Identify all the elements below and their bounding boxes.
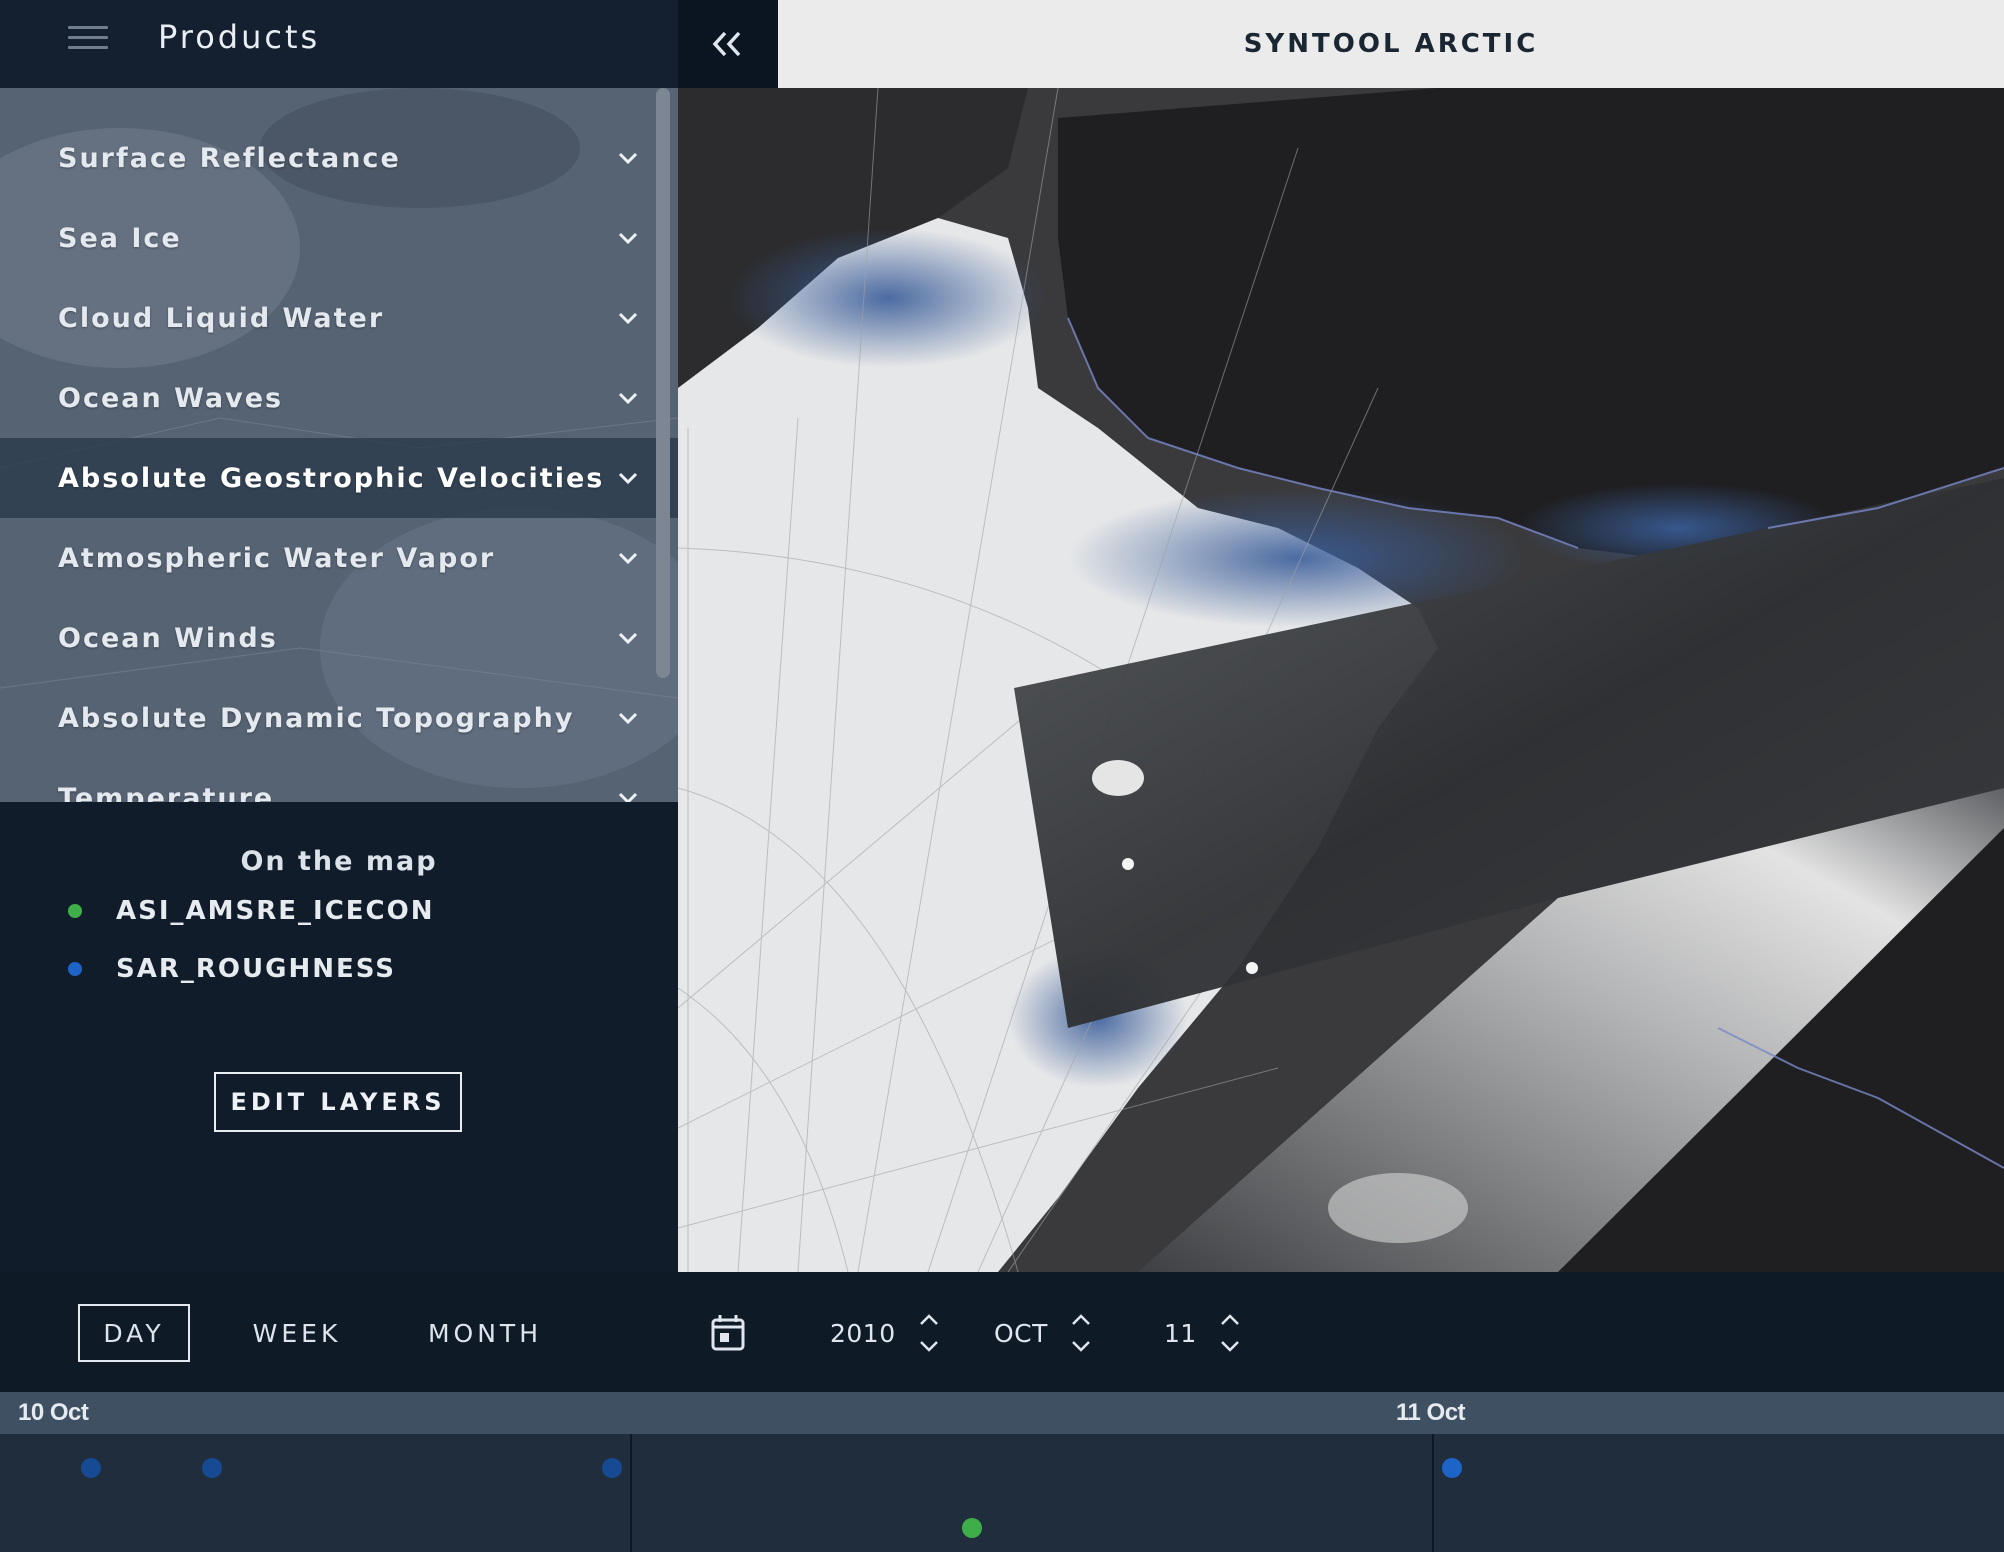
layer-name: SAR_ROUGHNESS bbox=[116, 954, 397, 984]
product-item-label: Absolute Dynamic Topography bbox=[58, 702, 575, 734]
on-the-map-panel: On the map ASI_AMSRE_ICECON SAR_ROUGHNES… bbox=[0, 802, 678, 1272]
product-item-label: Ocean Winds bbox=[58, 622, 278, 654]
layer-name: ASI_AMSRE_ICECON bbox=[116, 896, 435, 926]
chevron-down-icon[interactable] bbox=[614, 704, 642, 732]
year-stepper: 2010 bbox=[830, 1302, 942, 1364]
sidebar-header: Products bbox=[0, 0, 678, 88]
on-the-map-title: On the map bbox=[240, 846, 438, 877]
month-value: OCT bbox=[994, 1318, 1048, 1348]
range-week-button[interactable]: WEEK bbox=[232, 1304, 362, 1362]
time-controls: DAY WEEK MONTH 2010 OCT 11 bbox=[0, 1272, 2004, 1392]
timeline-divider bbox=[630, 1434, 632, 1552]
timeline-track[interactable] bbox=[0, 1434, 2004, 1552]
chevron-down-icon bbox=[919, 1341, 938, 1352]
product-item-label: Absolute Geostrophic Velocities bbox=[58, 462, 605, 494]
product-list-scrollbar[interactable] bbox=[656, 88, 670, 678]
day-increment-button[interactable] bbox=[1217, 1307, 1243, 1333]
chevron-down-icon[interactable] bbox=[614, 144, 642, 172]
product-item[interactable]: Surface Reflectance bbox=[0, 118, 678, 198]
range-day-button[interactable]: DAY bbox=[78, 1304, 190, 1362]
chevron-down-icon[interactable] bbox=[614, 544, 642, 572]
product-item[interactable]: Atmospheric Water Vapor bbox=[0, 518, 678, 598]
timeline-date-label: 10 Oct bbox=[18, 1399, 89, 1426]
timeline-granule-sar[interactable] bbox=[602, 1458, 622, 1478]
timeline-date-header: 10 Oct 11 Oct bbox=[0, 1392, 2004, 1434]
month-stepper: OCT bbox=[994, 1302, 1094, 1364]
product-item-label: Ocean Waves bbox=[58, 382, 284, 414]
chevron-down-icon[interactable] bbox=[614, 784, 642, 802]
product-item[interactable]: Sea Ice bbox=[0, 198, 678, 278]
month-increment-button[interactable] bbox=[1068, 1307, 1094, 1333]
sidebar: Surface Reflectance Sea Ice Cloud Liquid W… bbox=[0, 88, 678, 1272]
chevron-down-icon[interactable] bbox=[614, 224, 642, 252]
product-item[interactable]: Ocean Winds bbox=[0, 598, 678, 678]
year-value: 2010 bbox=[830, 1318, 896, 1348]
product-item[interactable]: Absolute Geostrophic Velocities bbox=[0, 438, 678, 518]
product-item-label: Temperature bbox=[58, 782, 275, 803]
timeline[interactable]: 10 Oct 11 Oct bbox=[0, 1392, 2004, 1552]
product-item[interactable]: Cloud Liquid Water bbox=[0, 278, 678, 358]
layer-item-sar-roughness[interactable]: SAR_ROUGHNESS bbox=[68, 954, 396, 984]
chevron-up-icon bbox=[919, 1314, 938, 1325]
calendar-icon[interactable] bbox=[710, 1314, 746, 1352]
chevron-down-icon bbox=[1220, 1341, 1239, 1352]
chevron-down-icon[interactable] bbox=[614, 384, 642, 412]
layer-color-dot bbox=[68, 962, 82, 976]
app-title: SYNTOOL ARCTIC bbox=[1243, 29, 1539, 59]
product-item-label: Sea Ice bbox=[58, 222, 182, 254]
product-item[interactable]: Absolute Dynamic Topography bbox=[0, 678, 678, 758]
day-value: 11 bbox=[1164, 1318, 1197, 1348]
timeline-granule-sar[interactable] bbox=[81, 1458, 101, 1478]
collapse-sidebar-button[interactable] bbox=[678, 0, 778, 88]
day-decrement-button[interactable] bbox=[1217, 1333, 1243, 1359]
product-list: Surface Reflectance Sea Ice Cloud Liquid W… bbox=[0, 88, 678, 802]
timeline-granule-sar[interactable] bbox=[1442, 1458, 1462, 1478]
product-item-label: Atmospheric Water Vapor bbox=[58, 542, 496, 574]
layer-item-asi-amsre-icecon[interactable]: ASI_AMSRE_ICECON bbox=[68, 896, 434, 926]
timeline-granule-icecon[interactable] bbox=[962, 1518, 982, 1538]
app-header: SYNTOOL ARCTIC bbox=[778, 0, 2004, 88]
timeline-date-label: 11 Oct bbox=[1396, 1399, 1466, 1426]
product-item[interactable]: Temperature bbox=[0, 758, 678, 802]
double-chevron-left-icon bbox=[712, 31, 741, 57]
map-canvas[interactable] bbox=[678, 88, 2004, 1272]
chevron-up-icon bbox=[1220, 1314, 1239, 1325]
chevron-up-icon bbox=[1072, 1314, 1090, 1325]
layer-color-dot bbox=[68, 904, 82, 918]
timeline-granule-sar[interactable] bbox=[202, 1458, 222, 1478]
timeline-divider bbox=[1432, 1434, 1434, 1552]
year-increment-button[interactable] bbox=[916, 1307, 942, 1333]
day-stepper: 11 bbox=[1164, 1302, 1243, 1364]
product-item-label: Surface Reflectance bbox=[58, 142, 401, 174]
hamburger-icon[interactable] bbox=[68, 26, 108, 56]
month-decrement-button[interactable] bbox=[1068, 1333, 1094, 1359]
products-title: Products bbox=[158, 18, 321, 56]
range-month-button[interactable]: MONTH bbox=[410, 1304, 560, 1362]
year-decrement-button[interactable] bbox=[916, 1333, 942, 1359]
product-item[interactable]: Ocean Waves bbox=[0, 358, 678, 438]
product-item-label: Cloud Liquid Water bbox=[58, 302, 385, 334]
chevron-down-icon[interactable] bbox=[614, 624, 642, 652]
chevron-down-icon[interactable] bbox=[614, 304, 642, 332]
map-view[interactable] bbox=[678, 88, 2004, 1272]
product-list-panel[interactable]: Surface Reflectance Sea Ice Cloud Liquid W… bbox=[0, 88, 678, 802]
chevron-down-icon bbox=[1072, 1341, 1090, 1352]
chevron-down-icon[interactable] bbox=[614, 464, 642, 492]
edit-layers-button[interactable]: EDIT LAYERS bbox=[214, 1072, 462, 1132]
